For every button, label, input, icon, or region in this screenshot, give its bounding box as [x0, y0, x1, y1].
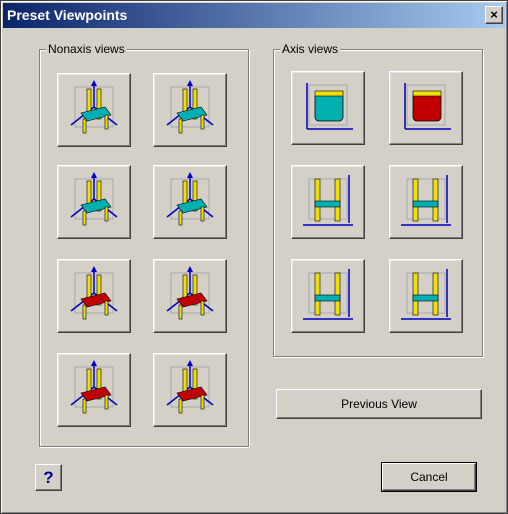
viewpoint-button[interactable] [153, 73, 227, 147]
chair-view-top-front-icon [70, 80, 118, 134]
viewpoint-button[interactable] [153, 353, 227, 427]
nonaxis-views-label: Nonaxis views [46, 42, 127, 56]
chair-view-bottom-back-left-icon [70, 360, 118, 414]
chair-back-view-icon [401, 269, 451, 320]
cancel-button-frame: Cancel [381, 462, 477, 492]
viewpoint-button[interactable] [57, 73, 131, 147]
chair-front-view-icon [303, 269, 353, 320]
chair-view-top-left-icon [166, 80, 214, 134]
chair-view-top-back-right-icon [166, 172, 214, 226]
viewpoint-button[interactable] [57, 353, 131, 427]
chair-bottom-view-icon [404, 83, 451, 130]
axis-views-label: Axis views [280, 42, 341, 56]
chair-view-bottom-front-icon [70, 266, 118, 320]
chair-view-top-back-left-icon [70, 172, 118, 226]
chair-top-view-icon [306, 83, 353, 130]
viewpoint-button[interactable] [291, 71, 365, 145]
title-bar[interactable]: Preset Viewpoints × [3, 3, 505, 28]
window-title: Preset Viewpoints [7, 7, 128, 23]
close-button[interactable]: × [485, 6, 503, 24]
viewpoint-button[interactable] [291, 259, 365, 333]
chair-view-bottom-back-right-icon [166, 360, 214, 414]
chair-left-view-icon [303, 175, 353, 226]
dialog-window: Preset Viewpoints × Nonaxis views Axis v… [0, 0, 508, 514]
chair-view-bottom-left-icon [166, 266, 214, 320]
viewpoint-button[interactable] [57, 259, 131, 333]
viewpoint-button[interactable] [389, 165, 463, 239]
viewpoint-button[interactable] [291, 165, 365, 239]
chair-right-view-icon [401, 175, 451, 226]
previous-view-button[interactable]: Previous View [276, 389, 482, 419]
viewpoint-button[interactable] [57, 165, 131, 239]
help-button[interactable]: ? [35, 464, 62, 491]
viewpoint-button[interactable] [389, 259, 463, 333]
viewpoint-button[interactable] [153, 165, 227, 239]
cancel-button[interactable]: Cancel [382, 463, 476, 491]
viewpoint-button[interactable] [153, 259, 227, 333]
viewpoint-button[interactable] [389, 71, 463, 145]
